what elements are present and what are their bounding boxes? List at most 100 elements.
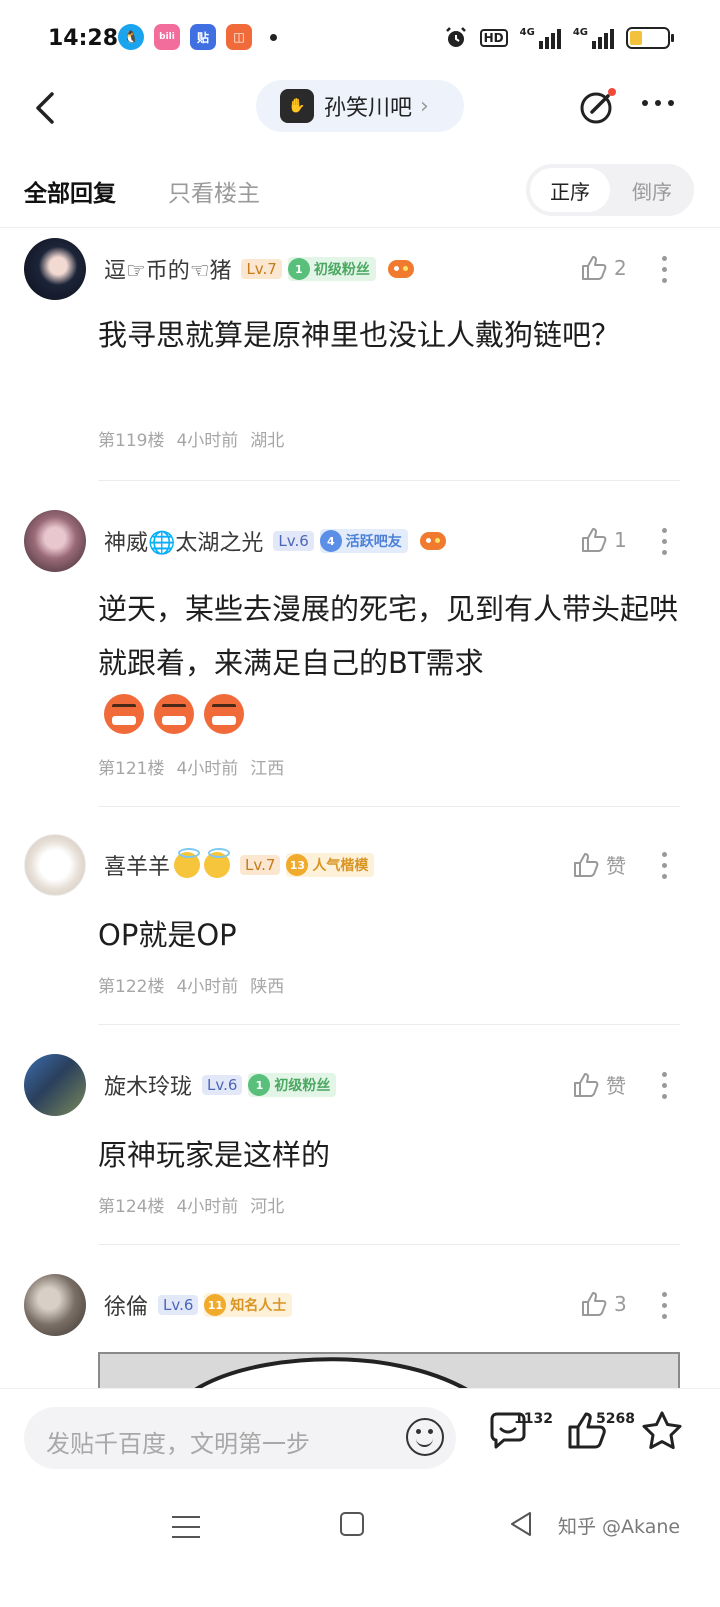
thumbs-up-icon <box>574 852 599 877</box>
username[interactable]: 徐倫 <box>104 1289 148 1321</box>
divider <box>98 480 680 481</box>
username[interactable]: 神威🌐太湖之光 <box>104 525 263 557</box>
level-badge: Lv.7 <box>241 259 282 279</box>
reply-content: 逆天，某些去漫展的死宅，见到有人带头起哄就跟着，来满足自己的BT需求 <box>98 592 679 680</box>
divider <box>98 806 680 807</box>
reply-more-button[interactable] <box>662 1072 667 1099</box>
floor-number: 第124楼 <box>98 1197 165 1217</box>
comment-placeholder: 发贴千百度，文明第一步 <box>46 1430 310 1458</box>
fan-badge-label: 知名人士 <box>230 1298 287 1314</box>
username[interactable]: 旋木玲珑 <box>104 1069 192 1101</box>
like-button[interactable]: 3 <box>580 1290 627 1318</box>
angry-emoji-icon <box>154 694 194 734</box>
user-line: 逗☞币的☜猪 Lv.7 1 初级粉丝 <box>104 252 414 286</box>
reply-location: 陕西 <box>250 977 285 997</box>
avatar[interactable] <box>24 1274 86 1336</box>
divider <box>98 1024 680 1025</box>
fan-badge-label: 初级粉丝 <box>313 262 370 278</box>
comment-input[interactable]: 发贴千百度，文明第一步 <box>24 1407 456 1469</box>
reply-location: 江西 <box>250 759 285 779</box>
reply-time: 4小时前 <box>176 759 239 779</box>
reply-content: 原神玩家是这样的 <box>98 1138 331 1172</box>
reply-meta: 第121楼 4小时前 江西 <box>98 754 296 779</box>
like-count: 2 <box>614 256 627 280</box>
fan-badge-label: 初级粉丝 <box>274 1078 331 1094</box>
avatar[interactable] <box>24 238 86 300</box>
angel-emoji-icon <box>204 848 231 878</box>
level-badge: Lv.7 <box>240 855 281 875</box>
user-line: 神威🌐太湖之光 Lv.6 4 活跃吧友 <box>104 524 446 558</box>
like-count: 1 <box>614 528 627 552</box>
diamond-icon: 13 <box>286 854 309 876</box>
signal-icon: 4G <box>520 27 561 49</box>
reply-meta: 第124楼 4小时前 河北 <box>98 1192 296 1217</box>
system-status: HD 4G 4G <box>444 26 674 50</box>
thumbs-up-icon <box>582 1292 607 1316</box>
username[interactable]: 喜羊羊 <box>104 849 170 881</box>
forum-link[interactable]: ✋ 孙笑川吧 › <box>256 80 464 132</box>
floor-number: 第119楼 <box>98 431 165 451</box>
like-button[interactable]: 赞 <box>572 850 626 879</box>
floor-number: 第122楼 <box>98 977 165 997</box>
like-button[interactable]: 1 <box>580 526 627 554</box>
like-count: 5268 <box>596 1411 635 1427</box>
reply-more-button[interactable] <box>662 1292 667 1319</box>
qq-icon: 🐧 <box>118 24 144 50</box>
user-line: 徐倫 Lv.6 11 知名人士 <box>104 1288 304 1322</box>
gamepad-icon <box>419 532 446 550</box>
sort-descending-button[interactable]: 倒序 <box>614 168 690 212</box>
fan-badge-label: 人气楷模 <box>312 858 369 874</box>
emoji-icon[interactable] <box>406 1418 444 1456</box>
status-time: 14:28 <box>48 26 119 51</box>
reply-filter-bar: 全部回复 只看楼主 正序 倒序 <box>0 160 720 228</box>
fan-badge-label: 活跃吧友 <box>345 534 402 550</box>
reply-location: 河北 <box>250 1197 285 1217</box>
tieba-icon: 贴 <box>190 24 216 50</box>
forum-name: 孙笑川吧 <box>324 96 413 121</box>
user-line: 喜羊羊 Lv.7 13 人气楷模 <box>104 848 386 882</box>
avatar[interactable] <box>24 1054 86 1116</box>
level-badge: Lv.6 <box>158 1295 199 1315</box>
nav-back-button[interactable] <box>508 1510 534 1538</box>
home-button[interactable] <box>340 1512 364 1536</box>
compose-icon[interactable] <box>578 86 618 126</box>
angry-emoji-icon <box>104 694 144 734</box>
favorite-star-icon[interactable] <box>640 1409 684 1453</box>
fan-badge: 13 人气楷模 <box>286 853 375 877</box>
more-options-button[interactable] <box>642 100 674 106</box>
reply-time: 4小时前 <box>176 1197 239 1217</box>
reply-more-button[interactable] <box>662 256 667 283</box>
reply-time: 4小时前 <box>176 431 239 451</box>
back-button[interactable] <box>30 86 66 130</box>
level-badge: Lv.6 <box>202 1075 243 1095</box>
hd-voice-icon: HD <box>479 29 508 47</box>
reply-meta: 第119楼 4小时前 湖北 <box>98 426 296 451</box>
reply-meta: 第122楼 4小时前 陕西 <box>98 972 296 997</box>
tab-op-only[interactable]: 只看楼主 <box>168 174 260 208</box>
diamond-icon: 4 <box>319 530 342 552</box>
reply-more-button[interactable] <box>662 852 667 879</box>
reply-content: OP就是OP <box>98 918 237 952</box>
xiaohongshu-icon: ◫ <box>226 24 252 50</box>
like-button[interactable]: 2 <box>580 254 627 282</box>
system-nav-bar: 知乎 @Akane <box>0 1488 720 1607</box>
emoji-row <box>104 694 254 734</box>
like-button[interactable]: 赞 <box>572 1070 626 1099</box>
signal-icon-2: 4G <box>573 27 614 49</box>
avatar[interactable] <box>24 834 86 896</box>
diamond-icon: 1 <box>248 1074 271 1096</box>
floor-number: 第121楼 <box>98 759 165 779</box>
like-label: 赞 <box>606 1074 626 1098</box>
avatar[interactable] <box>24 510 86 572</box>
username[interactable]: 逗☞币的☜猪 <box>104 253 231 285</box>
tab-all-replies[interactable]: 全部回复 <box>24 174 116 208</box>
like-count: 3 <box>614 1292 627 1316</box>
sort-ascending-button[interactable]: 正序 <box>530 168 610 212</box>
diamond-icon: 11 <box>204 1294 227 1316</box>
recent-apps-button[interactable] <box>172 1516 200 1546</box>
battery-icon <box>626 27 674 49</box>
fan-badge: 11 知名人士 <box>204 1293 293 1317</box>
level-badge: Lv.6 <box>273 531 314 551</box>
reply-more-button[interactable] <box>662 528 667 555</box>
user-line: 旋木玲珑 Lv.6 1 初级粉丝 <box>104 1068 348 1102</box>
